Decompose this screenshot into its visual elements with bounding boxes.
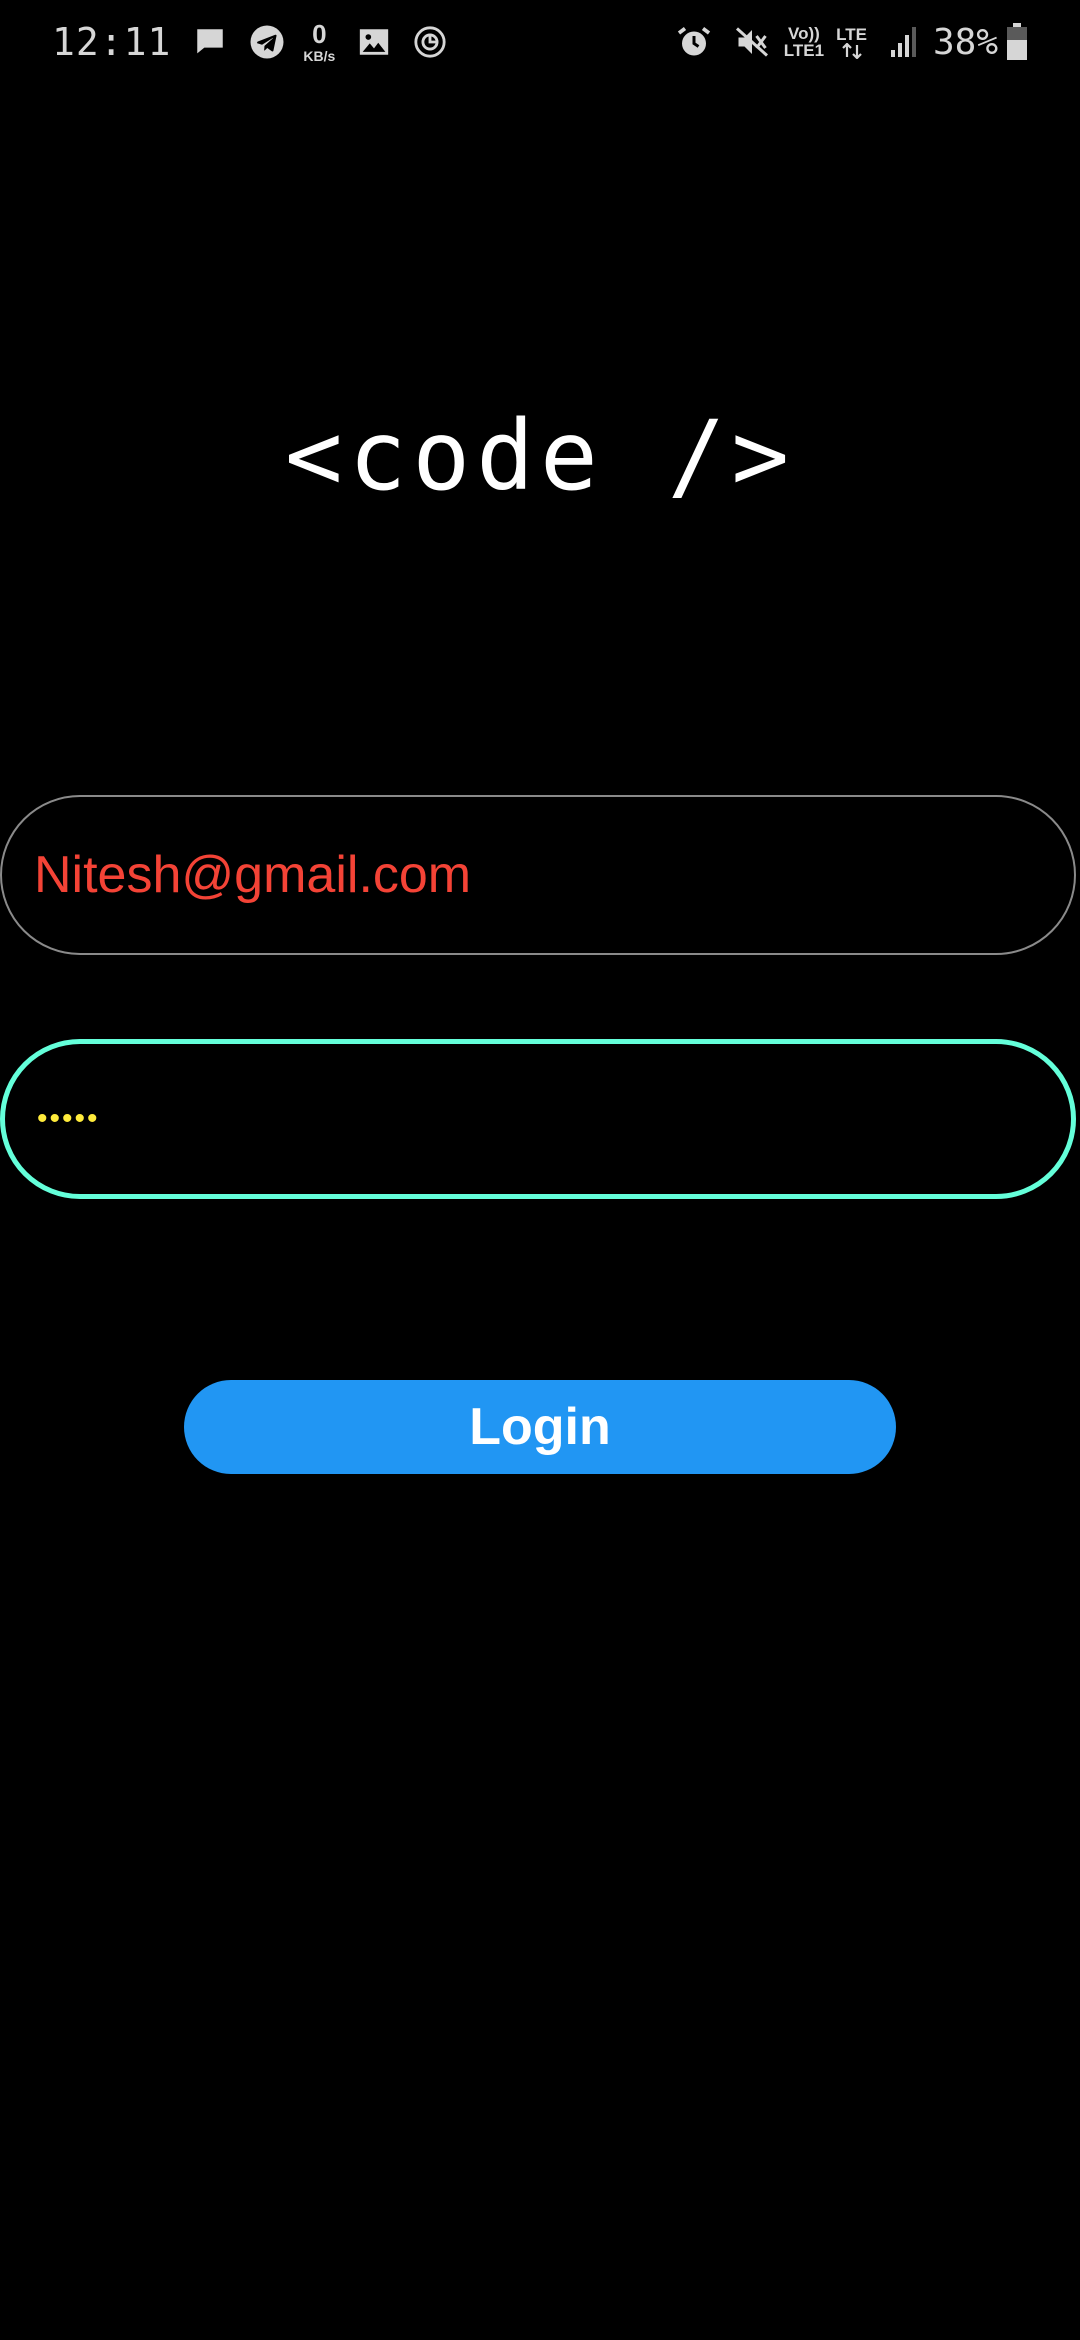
status-bar-left: 12:11 0 KB/s	[52, 0, 447, 84]
status-bar: 12:11 0 KB/s Vo)) LTE1 LTE 38%	[0, 0, 1080, 84]
battery-icon	[1006, 23, 1028, 61]
volte-bottom-label: LTE1	[783, 41, 825, 60]
network-speed: 0 KB/s	[303, 21, 335, 63]
email-input[interactable]	[34, 845, 1014, 905]
mute-icon	[734, 24, 770, 60]
lte-label: LTE	[836, 24, 867, 44]
app-logo-text: <code />	[284, 400, 796, 512]
sync-icon	[413, 25, 447, 59]
volte-indicator: Vo)) LTE1	[784, 25, 824, 59]
message-icon	[193, 25, 227, 59]
gallery-icon	[357, 25, 391, 59]
password-input[interactable]	[37, 1102, 1017, 1136]
network-speed-value: 0	[312, 19, 327, 49]
alarm-icon	[676, 24, 712, 60]
telegram-icon	[249, 24, 285, 60]
login-button[interactable]: Login	[184, 1380, 896, 1474]
data-arrows-icon	[841, 42, 862, 59]
signal-icon	[889, 26, 919, 58]
volte-top-label: Vo))	[788, 24, 820, 43]
lte-indicator: LTE	[836, 26, 867, 59]
battery-percent: 38%	[932, 21, 998, 63]
password-field[interactable]	[0, 1039, 1076, 1199]
email-field[interactable]	[0, 795, 1076, 955]
network-speed-unit: KB/s	[303, 48, 336, 64]
status-bar-right: Vo)) LTE1 LTE 38%	[654, 0, 1028, 84]
status-time: 12:11	[52, 20, 172, 64]
